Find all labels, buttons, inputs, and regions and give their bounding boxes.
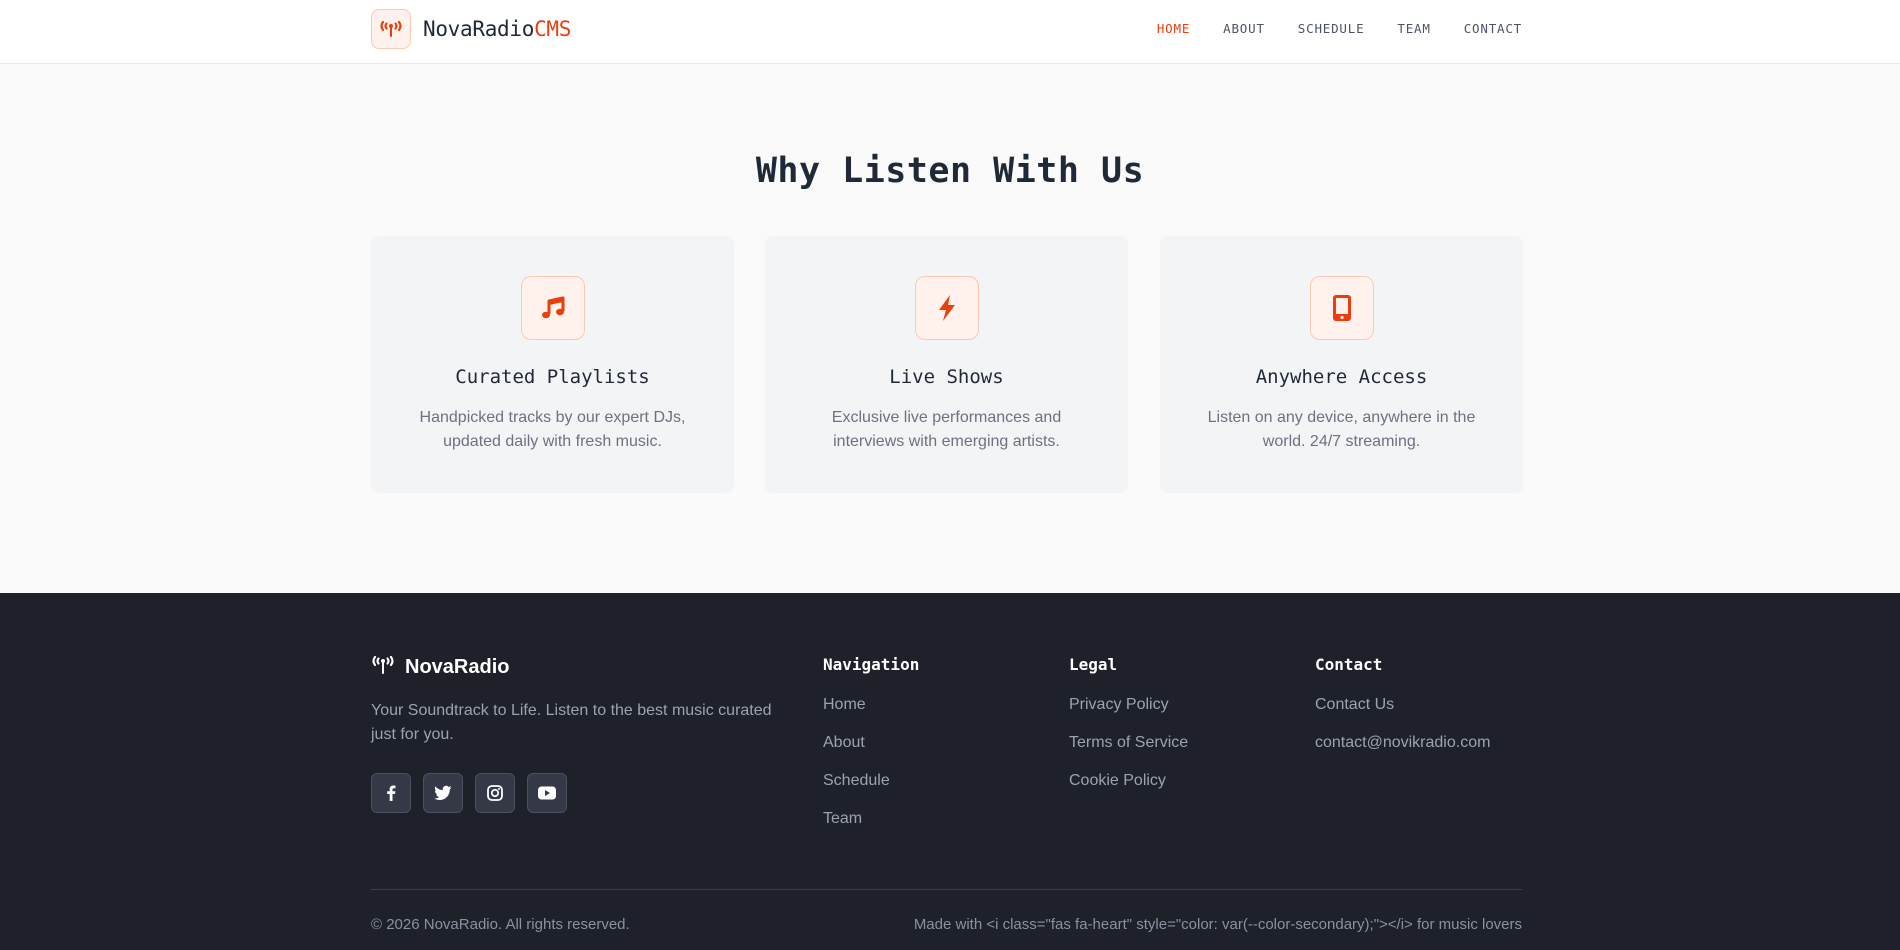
main-nav: HOME ABOUT SCHEDULE TEAM CONTACT [1157, 21, 1522, 36]
youtube-icon[interactable] [527, 773, 567, 813]
music-icon [521, 276, 585, 340]
feature-card-live-shows: Live Shows Exclusive live performances a… [765, 236, 1128, 493]
footer-column-contact: Contact Contact Us contact@novikradio.co… [1315, 655, 1490, 770]
bolt-icon [915, 276, 979, 340]
instagram-icon[interactable] [475, 773, 515, 813]
footer-divider [371, 889, 1522, 890]
footer-link-about[interactable]: About [823, 732, 919, 754]
footer-column-navigation: Navigation Home About Schedule Team [823, 655, 919, 846]
nav-link-home[interactable]: HOME [1157, 21, 1190, 36]
footer-column-legal: Legal Privacy Policy Terms of Service Co… [1069, 655, 1188, 808]
footer-tagline: Your Soundtrack to Life. Listen to the b… [371, 702, 772, 743]
footer-link-cookie-policy[interactable]: Cookie Policy [1069, 770, 1188, 792]
footer-column-heading: Contact [1315, 655, 1383, 674]
brand-accent-text: CMS [534, 17, 572, 41]
footer-brand-name: NovaRadio [405, 656, 510, 678]
footer-link-team[interactable]: Team [823, 808, 919, 830]
feature-title: Live Shows [889, 366, 1004, 388]
features-section: Why Listen With Us Curated Playlists Han… [0, 65, 1900, 593]
copyright-text: © 2026 NovaRadio. All rights reserved. [371, 916, 630, 933]
facebook-icon[interactable] [371, 773, 411, 813]
feature-card-anywhere-access: Anywhere Access Listen on any device, an… [1160, 236, 1523, 493]
feature-title: Curated Playlists [455, 366, 650, 388]
mobile-icon [1310, 276, 1374, 340]
footer-link-home[interactable]: Home [823, 694, 919, 716]
feature-description: Listen on any device, anywhere in the wo… [1207, 409, 1476, 450]
footer-link-privacy-policy[interactable]: Privacy Policy [1069, 694, 1188, 716]
site-footer: NovaRadio Your Soundtrack to Life. Liste… [0, 593, 1900, 950]
nav-link-contact[interactable]: CONTACT [1464, 21, 1522, 36]
section-title: Why Listen With Us [755, 151, 1145, 191]
feature-card-playlists: Curated Playlists Handpicked tracks by o… [371, 236, 734, 493]
nav-link-about[interactable]: ABOUT [1223, 21, 1265, 36]
broadcast-tower-icon [371, 9, 411, 49]
feature-title: Anywhere Access [1255, 366, 1428, 388]
brand-name: NovaRadioCMS [423, 17, 571, 41]
footer-link-schedule[interactable]: Schedule [823, 770, 919, 792]
feature-description: Handpicked tracks by our expert DJs, upd… [419, 409, 686, 450]
site-header: NovaRadioCMS HOME ABOUT SCHEDULE TEAM CONTAC… [0, 0, 1900, 64]
feature-description: Exclusive live performances and intervie… [831, 409, 1062, 450]
footer-brand: NovaRadio [371, 655, 509, 680]
twitter-icon[interactable] [423, 773, 463, 813]
footer-link-terms-of-service[interactable]: Terms of Service [1069, 732, 1188, 754]
brand-logo-link[interactable]: NovaRadioCMS [371, 9, 571, 49]
broadcast-tower-icon [371, 655, 395, 680]
nav-link-team[interactable]: TEAM [1397, 21, 1430, 36]
footer-link-email[interactable]: contact@novikradio.com [1315, 732, 1490, 754]
footer-column-heading: Navigation [823, 655, 920, 674]
nav-link-schedule[interactable]: SCHEDULE [1298, 21, 1365, 36]
footer-link-contact-us[interactable]: Contact Us [1315, 694, 1490, 716]
footer-column-heading: Legal [1069, 655, 1118, 674]
made-with-text: Made with <i class="fas fa-heart" style=… [913, 916, 1522, 933]
social-links [371, 773, 567, 813]
brand-name-text: NovaRadio [423, 17, 535, 41]
